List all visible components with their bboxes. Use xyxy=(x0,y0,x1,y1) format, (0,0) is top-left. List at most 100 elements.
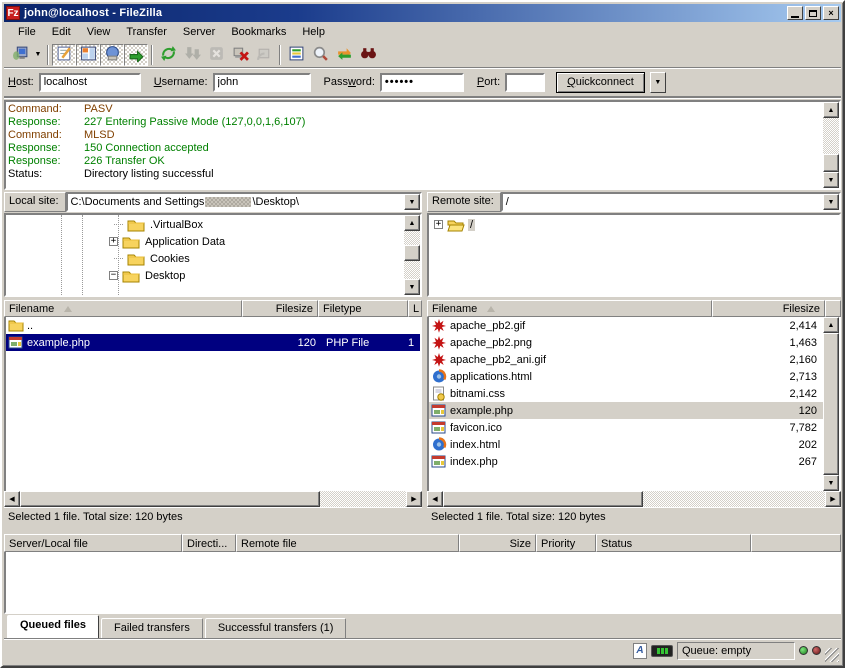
tree-item[interactable]: + Application Data xyxy=(6,233,404,250)
file-row[interactable]: index.php 267 xyxy=(429,453,823,470)
directory-comparison-button[interactable] xyxy=(308,44,332,66)
scroll-up-icon[interactable]: ▲ xyxy=(404,215,420,231)
synchronized-browsing-button[interactable] xyxy=(332,44,356,66)
column-filesize[interactable]: Filesize xyxy=(712,300,825,317)
menu-help[interactable]: Help xyxy=(294,24,333,40)
menu-view[interactable]: View xyxy=(79,24,119,40)
scroll-up-icon[interactable]: ▲ xyxy=(823,317,839,333)
scrollbar-thumb[interactable] xyxy=(823,333,839,475)
chevron-down-icon[interactable]: ▼ xyxy=(823,194,839,210)
password-input[interactable] xyxy=(380,73,464,92)
title-bar[interactable]: Fz john@localhost - FileZilla × xyxy=(4,4,841,22)
scrollbar-thumb[interactable] xyxy=(404,245,420,261)
column-direction[interactable]: Directi... xyxy=(182,534,236,552)
remote-hscrollbar[interactable]: ◀ ▶ xyxy=(427,491,841,507)
site-manager-dropdown[interactable]: ▼ xyxy=(32,44,44,66)
toggle-local-tree-button[interactable] xyxy=(76,44,100,66)
host-input[interactable] xyxy=(39,73,141,92)
remote-site-combo[interactable]: / ▼ xyxy=(501,192,841,212)
local-site-combo[interactable]: C:\Documents and Settings\Desktop\ ▼ xyxy=(66,192,422,212)
file-row-selected[interactable]: example.php 120 xyxy=(429,402,823,419)
html-file-icon xyxy=(431,437,447,452)
column-filename[interactable]: Filename xyxy=(427,300,712,317)
filter-button[interactable] xyxy=(284,44,308,66)
close-button[interactable]: × xyxy=(823,6,839,20)
toggle-remote-tree-button[interactable] xyxy=(100,44,124,66)
file-row[interactable]: applications.html 2,713 xyxy=(429,368,823,385)
horizontal-splitter[interactable] xyxy=(4,526,841,534)
local-tree-body[interactable]: .VirtualBox + Application Data Cookies − xyxy=(6,215,404,295)
file-row[interactable]: apache_pb2.gif 2,414 xyxy=(429,317,823,334)
scroll-down-icon[interactable]: ▼ xyxy=(823,172,839,188)
tree-item[interactable]: − Desktop xyxy=(6,267,404,284)
column-remote-file[interactable]: Remote file xyxy=(236,534,459,552)
file-row[interactable]: index.html 202 xyxy=(429,436,823,453)
column-filesize[interactable]: Filesize xyxy=(242,300,318,317)
toggle-queue-button[interactable] xyxy=(124,44,148,66)
menu-transfer[interactable]: Transfer xyxy=(118,24,175,40)
scroll-right-icon[interactable]: ▶ xyxy=(825,491,841,507)
scrollbar-thumb[interactable] xyxy=(20,491,320,507)
tree-item[interactable]: + / xyxy=(429,216,839,233)
reconnect-button[interactable] xyxy=(252,44,276,66)
toggle-message-log-button[interactable] xyxy=(52,44,76,66)
local-file-list[interactable]: .. example.php 120 PHP File 1 xyxy=(4,317,422,491)
file-name: apache_pb2.gif xyxy=(450,320,723,332)
tree-item[interactable]: Cookies xyxy=(6,250,404,267)
file-row[interactable]: apache_pb2_ani.gif 2,160 xyxy=(429,351,823,368)
minimize-button[interactable] xyxy=(787,6,803,20)
tab-failed-transfers[interactable]: Failed transfers xyxy=(101,618,203,638)
file-row[interactable]: favicon.ico 7,782 xyxy=(429,419,823,436)
remote-file-list[interactable]: apache_pb2.gif 2,414 apache_pb2.png 1,46… xyxy=(427,317,841,491)
menu-bookmarks[interactable]: Bookmarks xyxy=(223,24,294,40)
tree-item[interactable]: .VirtualBox xyxy=(6,216,404,233)
remote-tree-body[interactable]: + / xyxy=(429,215,839,295)
queue-body[interactable] xyxy=(4,552,841,614)
scroll-right-icon[interactable]: ▶ xyxy=(406,491,422,507)
log-scrollbar[interactable]: ▲ ▼ xyxy=(823,102,839,188)
scrollbar-thumb[interactable] xyxy=(823,154,839,172)
disconnect-button[interactable] xyxy=(228,44,252,66)
file-row[interactable]: bitnami.css 2,142 xyxy=(429,385,823,402)
menu-file[interactable]: File xyxy=(10,24,44,40)
maximize-button[interactable] xyxy=(805,6,821,20)
refresh-button[interactable] xyxy=(156,44,180,66)
quickconnect-dropdown[interactable]: ▼ xyxy=(650,72,666,93)
process-queue-button[interactable] xyxy=(180,44,204,66)
chevron-down-icon[interactable]: ▼ xyxy=(404,194,420,210)
scrollbar-thumb[interactable] xyxy=(443,491,643,507)
scroll-left-icon[interactable]: ◀ xyxy=(427,491,443,507)
remote-list-scrollbar[interactable]: ▲ ▼ xyxy=(823,317,839,491)
column-status[interactable]: Status xyxy=(596,534,751,552)
scroll-left-icon[interactable]: ◀ xyxy=(4,491,20,507)
cancel-button[interactable] xyxy=(204,44,228,66)
column-size[interactable]: Size xyxy=(459,534,536,552)
column-server-local-file[interactable]: Server/Local file xyxy=(4,534,182,552)
tab-queued-files[interactable]: Queued files xyxy=(7,615,99,638)
username-input[interactable] xyxy=(213,73,311,92)
file-row[interactable]: apache_pb2.png 1,463 xyxy=(429,334,823,351)
local-tree-scrollbar[interactable]: ▲ ▼ xyxy=(404,215,420,295)
column-lastmodified[interactable]: L xyxy=(408,300,422,317)
collapse-minus-icon[interactable]: − xyxy=(109,271,118,280)
php-file-icon xyxy=(8,335,24,350)
column-priority[interactable]: Priority xyxy=(536,534,596,552)
scroll-down-icon[interactable]: ▼ xyxy=(823,475,839,491)
menu-server[interactable]: Server xyxy=(175,24,223,40)
resize-grip[interactable] xyxy=(825,648,839,662)
menu-edit[interactable]: Edit xyxy=(44,24,79,40)
column-filename[interactable]: Filename xyxy=(4,300,242,317)
column-filetype[interactable]: Filetype xyxy=(318,300,408,317)
tab-successful-transfers[interactable]: Successful transfers (1) xyxy=(205,618,347,638)
expand-plus-icon[interactable]: + xyxy=(109,237,118,246)
file-row-selected[interactable]: example.php 120 PHP File 1 xyxy=(6,334,420,351)
site-manager-button[interactable] xyxy=(8,44,32,66)
expand-plus-icon[interactable]: + xyxy=(434,220,443,229)
local-hscrollbar[interactable]: ◀ ▶ xyxy=(4,491,422,507)
scroll-up-icon[interactable]: ▲ xyxy=(823,102,839,118)
find-files-button[interactable] xyxy=(356,44,380,66)
quickconnect-button[interactable]: Quickconnect xyxy=(556,72,645,93)
file-row[interactable]: .. xyxy=(6,317,420,334)
scroll-down-icon[interactable]: ▼ xyxy=(404,279,420,295)
port-input[interactable] xyxy=(505,73,545,92)
